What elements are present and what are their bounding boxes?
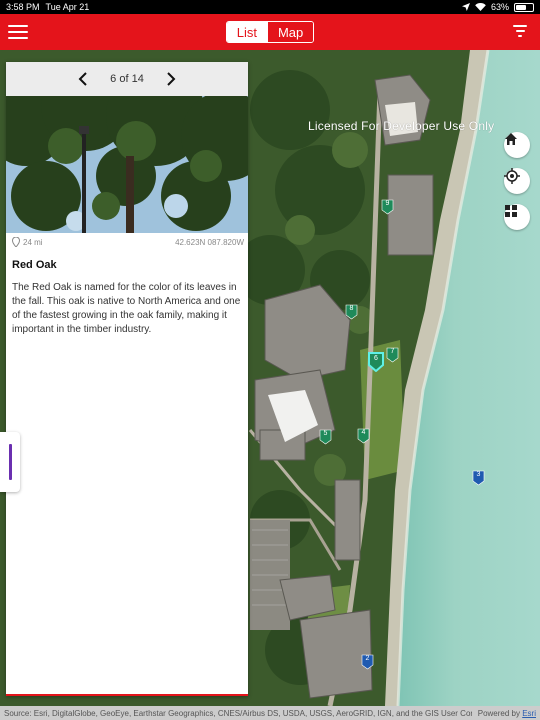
map-marker-9[interactable]: 9 bbox=[381, 199, 394, 215]
drawer-handle[interactable] bbox=[0, 432, 20, 492]
attribution-text: Source: Esri, DigitalGlobe, GeoEye, Eart… bbox=[4, 708, 472, 718]
powered-by: Powered by Esri bbox=[478, 709, 536, 718]
marker-label: 8 bbox=[349, 305, 354, 312]
locate-icon[interactable] bbox=[504, 168, 530, 194]
battery-icon bbox=[514, 2, 534, 12]
marker-label: 5 bbox=[323, 430, 328, 437]
powered-by-prefix: Powered by bbox=[477, 708, 520, 718]
feature-detail-panel: 6 of 14 24 mi 42.623N 087.820W Red Oak T… bbox=[6, 62, 248, 696]
map-marker-5[interactable]: 5 bbox=[319, 429, 332, 445]
marker-label: 3 bbox=[476, 471, 481, 478]
battery-percentage: 63% bbox=[490, 2, 509, 12]
map-marker-2[interactable]: 2 bbox=[361, 654, 374, 670]
hamburger-menu-icon[interactable] bbox=[8, 22, 28, 42]
location-arrow-icon bbox=[461, 3, 470, 11]
nav-bar: List Map bbox=[0, 14, 540, 50]
license-watermark: Licensed For Developer Use Only bbox=[308, 119, 495, 133]
marker-label: 6 bbox=[374, 355, 378, 362]
status-date: Tue Apr 21 bbox=[45, 2, 90, 12]
map-attribution: Source: Esri, DigitalGlobe, GeoEye, Eart… bbox=[0, 706, 540, 720]
marker-label: 4 bbox=[361, 429, 366, 436]
marker-label: 2 bbox=[365, 655, 370, 662]
home-icon[interactable] bbox=[504, 132, 530, 158]
map-marker-6-selected[interactable]: 6 bbox=[368, 352, 384, 372]
pager: 6 of 14 bbox=[6, 62, 248, 96]
wifi-icon bbox=[475, 3, 486, 11]
pin-icon bbox=[12, 237, 20, 247]
esri-link[interactable]: Esri bbox=[522, 709, 536, 718]
map-marker-8[interactable]: 8 bbox=[345, 304, 358, 320]
feature-title: Red Oak bbox=[12, 259, 57, 271]
status-bar: 3:58 PM Tue Apr 21 63% bbox=[0, 0, 540, 14]
filter-icon[interactable] bbox=[512, 25, 528, 39]
status-time: 3:58 PM bbox=[6, 2, 40, 12]
map-marker-4[interactable]: 4 bbox=[357, 428, 370, 444]
feature-photo bbox=[6, 96, 248, 233]
marker-label: 9 bbox=[385, 200, 390, 207]
marker-label: 7 bbox=[390, 348, 395, 355]
pager-count: 6 of 14 bbox=[110, 73, 144, 85]
feature-description: The Red Oak is named for the color of it… bbox=[12, 282, 241, 335]
previous-icon[interactable] bbox=[76, 72, 90, 86]
feature-meta: 24 mi 42.623N 087.820W bbox=[6, 233, 248, 247]
distance: 24 mi bbox=[12, 237, 43, 247]
basemap-gallery-icon[interactable] bbox=[504, 204, 530, 230]
next-icon[interactable] bbox=[164, 72, 178, 86]
coordinates: 42.623N 087.820W bbox=[175, 237, 244, 247]
distance-text: 24 mi bbox=[23, 237, 43, 247]
view-toggle: List Map bbox=[225, 21, 315, 43]
map-marker-3[interactable]: 3 bbox=[472, 470, 485, 486]
tab-map[interactable]: Map bbox=[266, 22, 314, 42]
tab-list[interactable]: List bbox=[226, 22, 267, 42]
map-marker-7[interactable]: 7 bbox=[386, 347, 399, 363]
